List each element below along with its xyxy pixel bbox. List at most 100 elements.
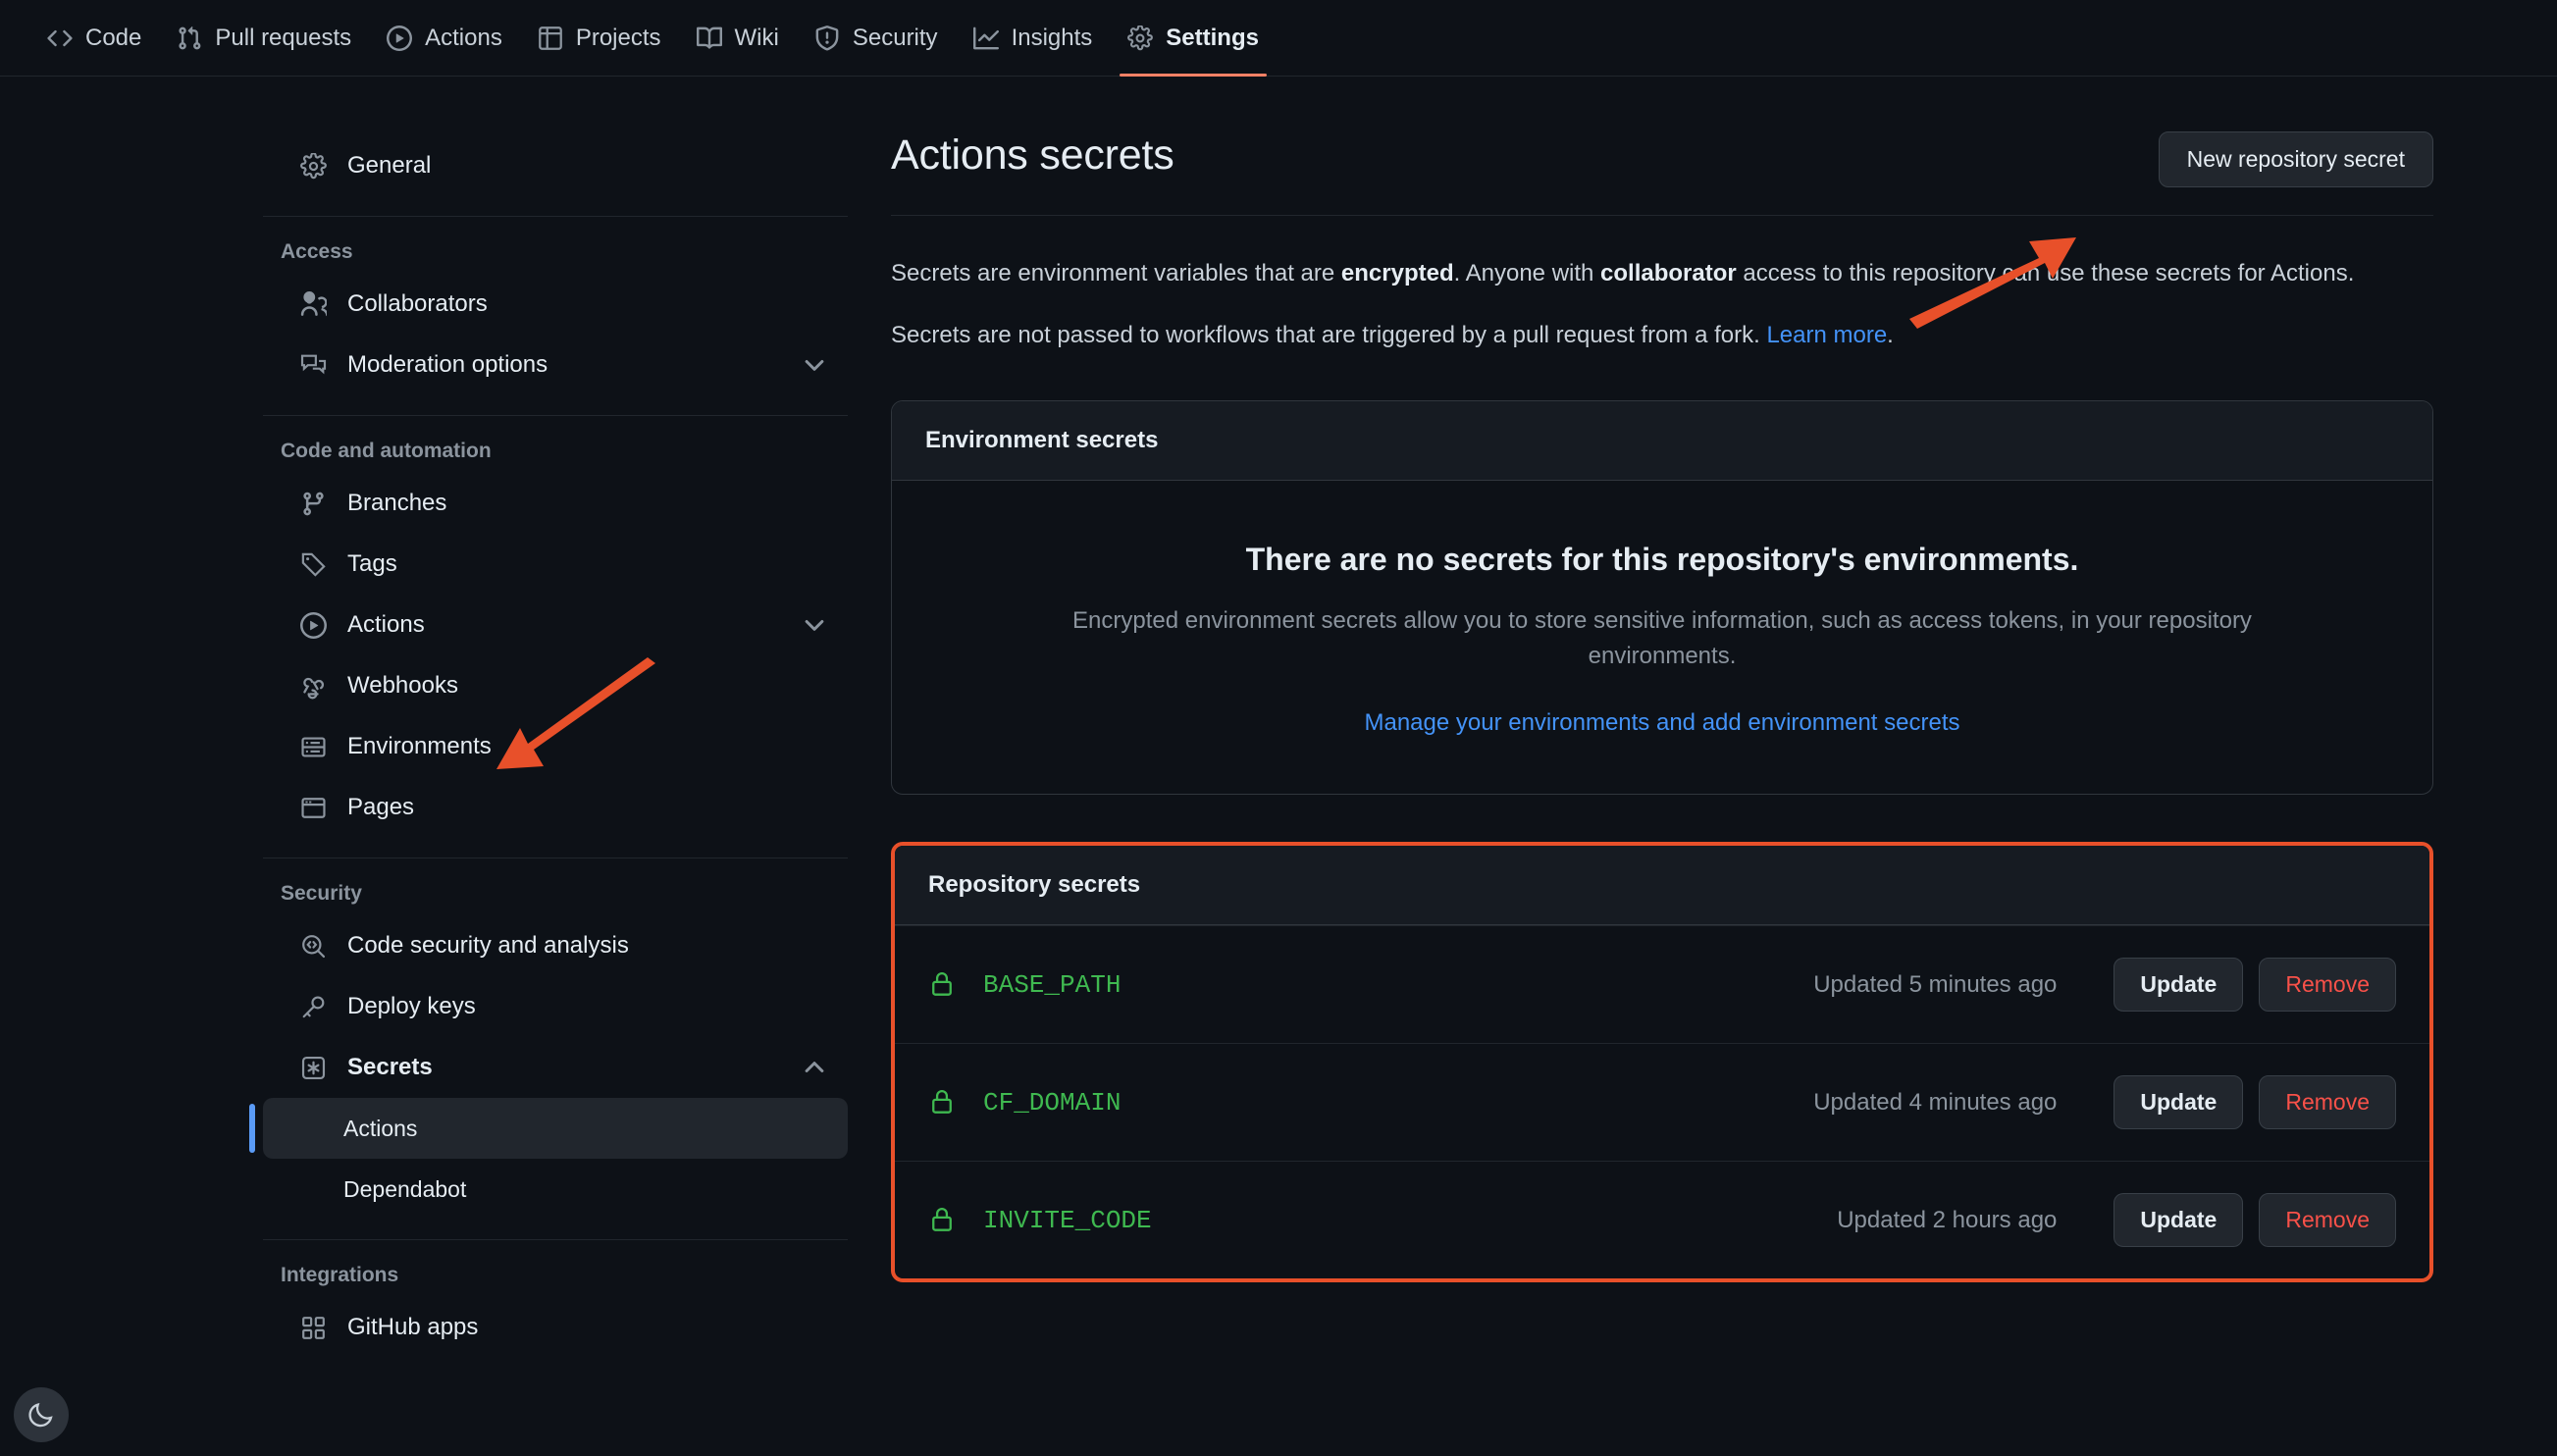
secret-updated-time: Updated 5 minutes ago xyxy=(1813,970,2058,998)
server-icon xyxy=(298,732,328,761)
nav-tab-label: Settings xyxy=(1166,24,1259,51)
secrets-fork-note: Secrets are not passed to workflows that… xyxy=(891,317,2433,353)
remove-secret-button[interactable]: Remove xyxy=(2259,1193,2396,1248)
moon-icon xyxy=(28,1402,53,1428)
sidebar-item-secrets[interactable]: Secrets xyxy=(263,1037,848,1098)
nav-tab-wiki[interactable]: Wiki xyxy=(679,0,797,77)
manage-environments-link[interactable]: Manage your environments and add environ… xyxy=(1364,709,1959,736)
asterisk-box-icon xyxy=(298,1053,328,1082)
sidebar-item-label: GitHub apps xyxy=(347,1314,479,1340)
nav-tab-settings[interactable]: Settings xyxy=(1110,0,1277,77)
sidebar-item-label: Webhooks xyxy=(347,672,458,699)
chevron-down-icon[interactable] xyxy=(801,611,828,639)
git-pull-request-icon xyxy=(177,26,202,51)
nav-tab-pull-requests[interactable]: Pull requests xyxy=(159,0,369,77)
sidebar-item-label: Branches xyxy=(347,490,447,516)
webhook-icon xyxy=(298,671,328,701)
dark-mode-toggle-button[interactable] xyxy=(14,1387,69,1442)
table-icon xyxy=(538,26,563,51)
sidebar-divider xyxy=(263,1239,848,1240)
environment-secrets-panel: Environment secrets There are no secrets… xyxy=(891,400,2433,796)
play-circle-icon xyxy=(387,25,413,51)
sidebar-item-label: Tags xyxy=(347,550,397,577)
remove-secret-button[interactable]: Remove xyxy=(2259,958,2396,1013)
sidebar-item-label: Moderation options xyxy=(347,351,548,378)
people-icon xyxy=(298,289,328,319)
table-row: BASE_PATH Updated 5 minutes ago Update R… xyxy=(895,925,2429,1043)
code-scan-icon xyxy=(298,931,328,961)
sidebar-item-code-security-and-analysis[interactable]: Code security and analysis xyxy=(263,915,848,976)
environment-secrets-header: Environment secrets xyxy=(892,401,2432,482)
sidebar-item-label: Environments xyxy=(347,733,492,759)
app-root: Code Pull requests Actions Projects Wiki xyxy=(0,0,2557,1456)
blurb-part-2: . Anyone with xyxy=(1453,260,1601,286)
sidebar-group-security: Security Code security and analysis Depl… xyxy=(249,882,848,1220)
sidebar-subitem-actions[interactable]: Actions xyxy=(249,1098,848,1159)
settings-sidebar: General Access Collaborators Moderation … xyxy=(249,135,848,1358)
blurb-part-1: Secrets are environment variables that a… xyxy=(891,260,1341,286)
lock-icon xyxy=(928,970,958,1000)
sidebar-item-actions[interactable]: Actions xyxy=(263,595,848,655)
sidebar-item-deploy-keys[interactable]: Deploy keys xyxy=(263,976,848,1037)
empty-state-description: Encrypted environment secrets allow you … xyxy=(1072,607,2252,670)
sidebar-subitem-dependabot[interactable]: Dependabot xyxy=(263,1159,848,1220)
fork-note-text: Secrets are not passed to workflows that… xyxy=(891,322,1767,349)
nav-tab-label: Insights xyxy=(1011,24,1093,51)
play-circle-icon xyxy=(298,610,328,640)
chevron-down-icon[interactable] xyxy=(801,351,828,379)
environment-secrets-empty-state: There are no secrets for this repository… xyxy=(892,481,2432,794)
nav-tab-label: Pull requests xyxy=(215,24,352,51)
new-repository-secret-button[interactable]: New repository secret xyxy=(2158,131,2433,187)
sidebar-item-label: Secrets xyxy=(347,1054,433,1080)
sidebar-item-general[interactable]: General xyxy=(263,135,848,196)
blurb-part-3: access to this repository can use these … xyxy=(1736,260,2355,286)
nav-tab-label: Security xyxy=(852,24,938,51)
sidebar-group-code-and-automation: Code and automation Branches Tags Action… xyxy=(263,440,848,838)
sidebar-item-pages[interactable]: Pages xyxy=(263,777,848,838)
fork-note-tail: . xyxy=(1887,322,1894,349)
learn-more-link[interactable]: Learn more xyxy=(1766,322,1887,348)
sidebar-item-branches[interactable]: Branches xyxy=(263,473,848,534)
gear-icon xyxy=(1127,25,1154,51)
nav-tab-actions[interactable]: Actions xyxy=(369,0,520,77)
repository-secrets-header: Repository secrets xyxy=(895,846,2429,926)
sidebar-item-moderation-options[interactable]: Moderation options xyxy=(263,335,848,395)
chevron-up-icon[interactable] xyxy=(801,1054,828,1081)
nav-tab-insights[interactable]: Insights xyxy=(956,0,1111,77)
sidebar-item-label: Pages xyxy=(347,794,415,820)
book-icon xyxy=(696,26,722,51)
key-icon xyxy=(298,992,328,1021)
update-secret-button[interactable]: Update xyxy=(2113,958,2244,1013)
sidebar-item-webhooks[interactable]: Webhooks xyxy=(263,655,848,716)
shield-icon xyxy=(814,25,840,51)
table-row: INVITE_CODE Updated 2 hours ago Update R… xyxy=(895,1161,2429,1278)
sidebar-subitem-label: Actions xyxy=(343,1115,418,1141)
lock-icon xyxy=(928,1088,958,1118)
empty-state-title: There are no secrets for this repository… xyxy=(1245,542,2079,578)
nav-tab-projects[interactable]: Projects xyxy=(520,0,679,77)
sidebar-group-heading: Security xyxy=(281,882,362,905)
sidebar-item-collaborators[interactable]: Collaborators xyxy=(263,274,848,335)
sidebar-divider xyxy=(263,415,848,416)
update-secret-button[interactable]: Update xyxy=(2113,1193,2244,1248)
sidebar-divider xyxy=(263,216,848,217)
blurb-bold-collaborator: collaborator xyxy=(1600,260,1737,286)
blurb-bold-encrypted: encrypted xyxy=(1340,260,1454,286)
secret-updated-time: Updated 4 minutes ago xyxy=(1813,1088,2058,1116)
sidebar-subitem-label: Dependabot xyxy=(343,1175,467,1202)
sidebar-item-label: Actions xyxy=(347,611,425,638)
sidebar-group-heading: Integrations xyxy=(281,1264,399,1286)
sidebar-item-github-apps[interactable]: GitHub apps xyxy=(263,1297,848,1358)
update-secret-button[interactable]: Update xyxy=(2113,1075,2244,1130)
comment-discussion-icon xyxy=(298,350,328,380)
sidebar-group-integrations: Integrations GitHub apps xyxy=(263,1264,848,1358)
secret-name: BASE_PATH xyxy=(983,969,1122,1000)
page-title: Actions secrets xyxy=(891,131,1174,179)
nav-tab-code[interactable]: Code xyxy=(29,0,159,77)
secret-updated-time: Updated 2 hours ago xyxy=(1837,1206,2058,1233)
sidebar-item-tags[interactable]: Tags xyxy=(263,534,848,595)
sidebar-item-environments[interactable]: Environments xyxy=(263,716,848,777)
remove-secret-button[interactable]: Remove xyxy=(2259,1075,2396,1130)
nav-tab-security[interactable]: Security xyxy=(797,0,956,77)
sidebar-item-label: General xyxy=(347,152,432,179)
